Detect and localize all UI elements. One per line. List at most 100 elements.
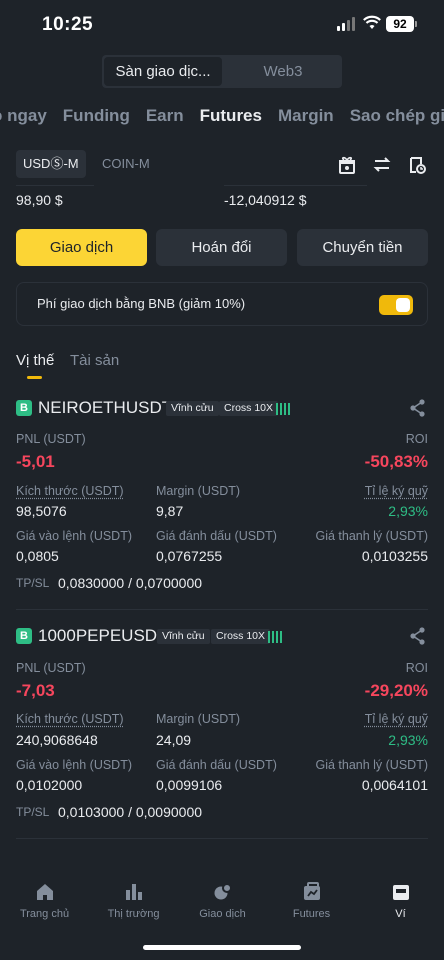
nav-label: Thị trường xyxy=(107,908,160,920)
margin-mode-chip: Cross 10X xyxy=(211,629,271,644)
liq-price-label: Giá thanh lý (USDT) xyxy=(315,529,428,543)
bnb-fee-label: Phí giao dịch bằng BNB (giảm 10%) xyxy=(37,296,246,311)
badge-icon: B xyxy=(16,628,32,644)
size-value: 240,9068648 xyxy=(16,732,98,748)
leverage-bars-icon xyxy=(276,401,290,415)
pnl-value: -5,01 xyxy=(16,452,55,471)
tab-copy-trading[interactable]: Sao chép giao xyxy=(350,106,444,125)
contract-type-chip: Vĩnh cửu xyxy=(166,401,219,416)
card-divider xyxy=(16,609,428,610)
pnl-label: PNL (USDT) xyxy=(16,432,86,446)
mark-price-label: Giá đánh dấu (USDT) xyxy=(156,529,277,543)
share-icon[interactable] xyxy=(410,627,426,645)
balance-right: -12,040912 $ xyxy=(224,192,307,208)
cellular-signal-icon xyxy=(337,17,357,31)
pnl-label: PNL (USDT) xyxy=(16,661,86,675)
margin-ratio-value: 2,93% xyxy=(388,503,428,519)
mark-price-value: 0,0767255 xyxy=(156,548,223,564)
margin-value: 9,87 xyxy=(156,503,184,519)
share-icon[interactable] xyxy=(410,399,426,417)
gift-icon[interactable] xyxy=(338,156,356,174)
history-icon[interactable] xyxy=(408,156,426,174)
margin-ratio-value: 2,93% xyxy=(388,732,428,748)
pnl-value: -7,03 xyxy=(16,681,55,700)
nav-trade[interactable]: Giao dịch xyxy=(178,872,267,920)
position-header: B 1000PEPEUSDT Vĩnh cửu Cross 10X xyxy=(16,626,428,647)
tab-positions[interactable]: Vị thế xyxy=(16,352,54,369)
entry-price-value: 0,0805 xyxy=(16,548,59,564)
contract-type-chip: Vĩnh cửu xyxy=(157,629,210,644)
margin-mode-chip: Cross 10X xyxy=(219,401,279,416)
home-indicator xyxy=(143,945,301,950)
tpsl-value[interactable]: 0,0103000 / 0,0090000 xyxy=(58,804,202,820)
margin-ratio-label[interactable]: Tỉ lệ ký quỹ xyxy=(365,712,428,726)
margin-label: Margin (USDT) xyxy=(156,484,241,498)
mark-price-value: 0,0099106 xyxy=(156,777,223,793)
tab-margin[interactable]: Margin xyxy=(278,106,334,125)
margin-ratio-label[interactable]: Tỉ lệ ký quỹ xyxy=(365,484,428,498)
card-divider xyxy=(16,838,428,839)
liq-price-value: 0,0064101 xyxy=(361,777,428,793)
futures-subtabs: USDⓈ-M COIN-M xyxy=(16,150,426,180)
exchange-web3-switch: Sàn giao dịc... Web3 xyxy=(102,55,342,88)
nav-label: Futures xyxy=(292,908,331,920)
product-tabs: o ngay Funding Earn Futures Margin Sao chép g… xyxy=(0,106,444,126)
tpsl-label: TP/SL xyxy=(16,576,50,590)
status-bar: 10:25 92 xyxy=(0,0,444,50)
roi-value: -29,20% xyxy=(364,681,428,700)
liq-price-value: 0,0103255 xyxy=(361,548,428,564)
active-tab-indicator xyxy=(27,376,42,379)
nav-label: Trang chủ xyxy=(19,908,70,920)
bottom-nav: Trang chủ Thị trường Giao dịch Futures V… xyxy=(0,872,444,932)
transfer-button[interactable]: Chuyển tiền xyxy=(297,229,428,266)
nav-label: Giao dịch xyxy=(199,908,246,920)
tab-assets[interactable]: Tài sản xyxy=(70,352,119,369)
nav-wallet[interactable]: Ví xyxy=(356,872,444,920)
wallet-icon xyxy=(392,885,409,900)
position-header: B NEIROETHUSDT Vĩnh cửu Cross 10X xyxy=(16,398,428,419)
entry-price-label: Giá vào lệnh (USDT) xyxy=(16,758,133,772)
tab-earn[interactable]: Earn xyxy=(146,106,184,125)
tab-futures[interactable]: Futures xyxy=(200,106,262,125)
trade-button[interactable]: Giao dịch xyxy=(16,229,147,266)
size-label: Kích thước (USDT) xyxy=(16,712,124,726)
status-time: 10:25 xyxy=(42,14,94,35)
tpsl-value[interactable]: 0,0830000 / 0,0700000 xyxy=(58,575,202,591)
size-label: Kích thước (USDT) xyxy=(16,484,124,498)
roi-label: ROI xyxy=(405,432,428,446)
segment-exchange[interactable]: Sàn giao dịc... xyxy=(104,57,222,86)
segment-web3[interactable]: Web3 xyxy=(224,55,342,88)
nav-home[interactable]: Trang chủ xyxy=(0,872,89,920)
tab-coin-m[interactable]: COIN-M xyxy=(102,150,150,178)
futures-icon xyxy=(303,882,320,900)
balance-left: 98,90 $ xyxy=(16,192,63,208)
divider xyxy=(16,185,94,186)
nav-label: Ví xyxy=(395,908,406,920)
roi-label: ROI xyxy=(405,661,428,675)
convert-button[interactable]: Hoán đổi xyxy=(156,229,287,266)
wifi-icon xyxy=(363,15,381,29)
nav-markets[interactable]: Thị trường xyxy=(89,872,178,920)
tab-convert-now[interactable]: o ngay xyxy=(0,106,47,125)
home-icon xyxy=(36,884,53,900)
entry-price-value: 0,0102000 xyxy=(16,777,83,793)
nav-futures[interactable]: Futures xyxy=(267,872,356,920)
markets-icon xyxy=(125,884,142,900)
tab-usds-m[interactable]: USDⓈ-M xyxy=(16,150,86,178)
trade-icon xyxy=(214,883,232,900)
battery-icon: 92 xyxy=(386,16,417,32)
tab-funding[interactable]: Funding xyxy=(63,106,130,125)
entry-price-label: Giá vào lệnh (USDT) xyxy=(16,529,133,543)
badge-icon: B xyxy=(16,400,32,416)
mark-price-label: Giá đánh dấu (USDT) xyxy=(156,758,277,772)
leverage-bars-icon xyxy=(268,629,282,643)
position-symbol: 1000PEPEUSDT xyxy=(38,626,168,645)
divider xyxy=(224,185,367,186)
tpsl-label: TP/SL xyxy=(16,805,50,819)
margin-value: 24,09 xyxy=(156,732,192,748)
transfer-icon[interactable] xyxy=(373,156,391,174)
bnb-fee-toggle[interactable] xyxy=(379,295,413,315)
margin-label: Margin (USDT) xyxy=(156,712,241,726)
bnb-fee-row: Phí giao dịch bằng BNB (giảm 10%) xyxy=(16,282,428,326)
liq-price-label: Giá thanh lý (USDT) xyxy=(315,758,428,772)
